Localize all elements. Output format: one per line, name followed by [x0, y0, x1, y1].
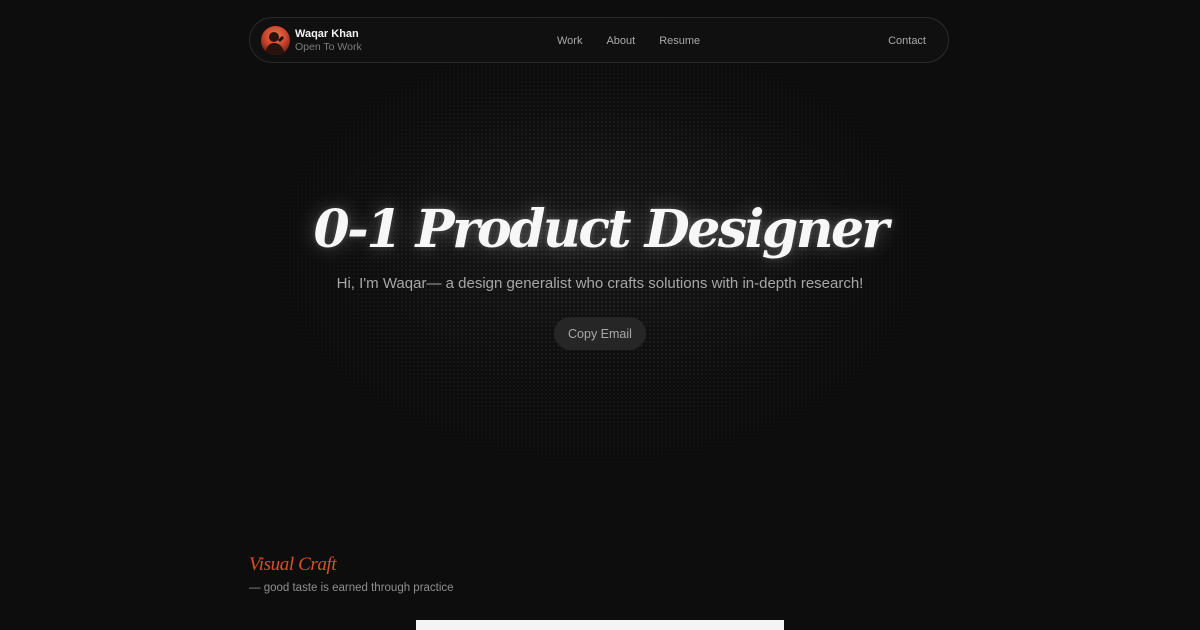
- nav-link-contact[interactable]: Contact: [888, 34, 926, 48]
- hero-title: 0-1 Product Designer: [313, 199, 889, 260]
- profile-photo-icon: [261, 26, 290, 55]
- dot-grid-background: [0, 0, 1200, 630]
- section-title: Visual Craft: [249, 554, 337, 575]
- project-preview-card[interactable]: [416, 620, 784, 630]
- availability-status: Open To Work: [295, 40, 362, 53]
- hero-subtitle: Hi, I'm Waqar— a design generalist who c…: [336, 275, 864, 292]
- navbar: Waqar Khan Open To Work Work About Resum…: [249, 17, 949, 63]
- nav-links: Work About Resume: [557, 34, 724, 48]
- nav-link-work[interactable]: Work: [557, 34, 582, 48]
- nav-link-about[interactable]: About: [606, 34, 635, 48]
- copy-email-button[interactable]: Copy Email: [554, 317, 646, 350]
- brand-link[interactable]: Waqar Khan Open To Work: [261, 26, 362, 55]
- brand-name: Waqar Khan: [295, 27, 359, 40]
- section-caption: — good taste is earned through practice: [249, 582, 454, 594]
- nav-link-resume[interactable]: Resume: [659, 34, 700, 48]
- avatar: [261, 26, 290, 55]
- brand-text: Waqar Khan Open To Work: [295, 28, 362, 54]
